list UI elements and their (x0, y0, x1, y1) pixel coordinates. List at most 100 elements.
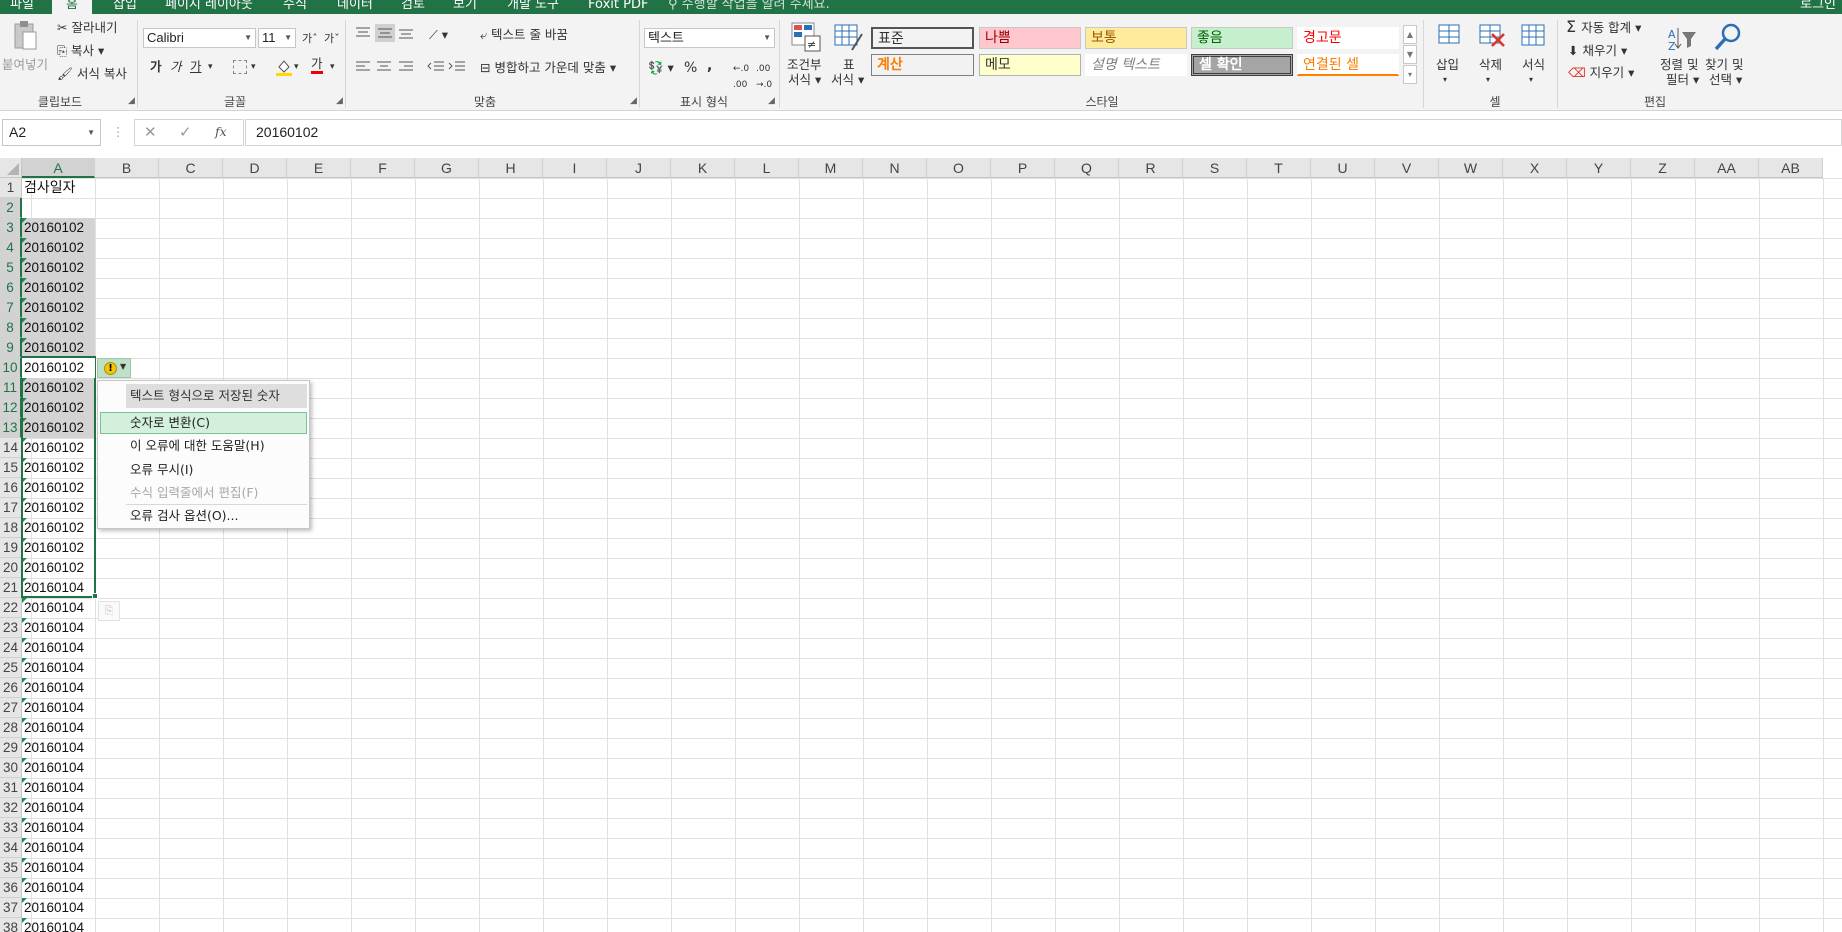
gallery-scroll-up-icon[interactable]: ▲ (1403, 25, 1417, 44)
row-header-17[interactable]: 17 (0, 498, 22, 518)
column-header-aa[interactable]: AA (1695, 158, 1759, 178)
cell-a5[interactable]: 20160102 (22, 258, 95, 278)
tab-developer[interactable]: 개발 도구 (507, 0, 559, 14)
cell-a20[interactable]: 20160102 (22, 558, 95, 578)
align-left-icon[interactable] (355, 60, 371, 74)
underline-button[interactable]: 가 (190, 59, 202, 75)
row-header-36[interactable]: 36 (0, 878, 22, 898)
name-box[interactable]: A2 ▼ (2, 119, 101, 146)
percent-style-button[interactable]: % (684, 60, 697, 76)
row-header-20[interactable]: 20 (0, 558, 22, 578)
cell-a1[interactable]: 검사일자 (22, 178, 95, 198)
ignore-error-item[interactable]: 오류 무시(I) (100, 459, 307, 481)
row-header-13[interactable]: 13 (0, 418, 22, 438)
column-header-t[interactable]: T (1247, 158, 1311, 178)
cell-a3[interactable]: 20160102 (22, 218, 95, 238)
row-header-29[interactable]: 29 (0, 738, 22, 758)
clipboard-launcher-icon[interactable]: ◢ (128, 96, 135, 106)
cancel-icon[interactable]: ✕ (144, 124, 157, 140)
style-linked-cell[interactable]: 연결된 셀 (1297, 54, 1399, 76)
column-header-q[interactable]: Q (1055, 158, 1119, 178)
align-middle-icon[interactable] (375, 24, 395, 42)
style-note[interactable]: 메모 (979, 54, 1081, 76)
style-check-cell[interactable]: 셀 확인 (1191, 54, 1293, 76)
column-header-k[interactable]: K (671, 158, 735, 178)
row-header-31[interactable]: 31 (0, 778, 22, 798)
cell-a31[interactable]: 20160104 (22, 778, 95, 798)
row-header-11[interactable]: 11 (0, 378, 22, 398)
column-header-d[interactable]: D (223, 158, 287, 178)
tab-foxit-pdf[interactable]: Foxit PDF (588, 0, 648, 14)
orientation-icon[interactable]: ⟋ ▾ (429, 27, 448, 43)
column-header-l[interactable]: L (735, 158, 799, 178)
align-center-icon[interactable] (376, 60, 392, 74)
delete-cells-button[interactable]: 삭제 (1479, 57, 1502, 73)
style-good[interactable]: 좋음 (1191, 27, 1293, 49)
paste-button[interactable]: 붙여넣기 (2, 57, 48, 73)
cell-a14[interactable]: 20160102 (22, 438, 95, 458)
style-bad[interactable]: 나쁨 (979, 27, 1081, 49)
column-header-a[interactable]: A (22, 158, 95, 178)
error-checking-options-item[interactable]: 오류 검사 옵션(O)... (100, 505, 307, 527)
cell-a23[interactable]: 20160104 (22, 618, 95, 638)
conditional-formatting-label[interactable]: 서식 ▾ (788, 72, 821, 88)
comma-style-button[interactable]: , (707, 58, 712, 74)
column-header-b[interactable]: B (95, 158, 159, 178)
column-header-m[interactable]: M (799, 158, 863, 178)
row-header-8[interactable]: 8 (0, 318, 22, 338)
tab-view[interactable]: 보기 (453, 0, 477, 14)
tab-page-layout[interactable]: 페이지 레이아웃 (165, 0, 253, 14)
row-header-16[interactable]: 16 (0, 478, 22, 498)
cell-a6[interactable]: 20160102 (22, 278, 95, 298)
insert-function-icon[interactable]: fx (215, 124, 227, 140)
sort-filter-label[interactable]: 필터 ▾ (1666, 72, 1699, 88)
row-header-10[interactable]: 10 (0, 358, 22, 378)
row-header-35[interactable]: 35 (0, 858, 22, 878)
cell-a13[interactable]: 20160102 (22, 418, 95, 438)
find-select-button[interactable]: 찾기 및 (1705, 57, 1743, 73)
column-header-o[interactable]: O (927, 158, 991, 178)
paste-icon[interactable] (12, 20, 38, 52)
gallery-more-icon[interactable]: ▾ (1403, 65, 1417, 84)
row-header-4[interactable]: 4 (0, 238, 22, 258)
number-launcher-icon[interactable]: ◢ (768, 96, 775, 106)
bold-button[interactable]: 가 (150, 59, 162, 75)
cell-a33[interactable]: 20160104 (22, 818, 95, 838)
column-header-ab[interactable]: AB (1759, 158, 1823, 178)
style-warning[interactable]: 경고문 (1297, 27, 1399, 49)
fill-button[interactable]: ⬇ 채우기 ▾ (1568, 43, 1627, 59)
align-bottom-icon[interactable] (398, 26, 414, 40)
row-header-19[interactable]: 19 (0, 538, 22, 558)
style-calculation[interactable]: 계산 (871, 54, 974, 76)
italic-button[interactable]: 가 (170, 59, 182, 75)
chevron-down-icon[interactable]: ▾ (294, 59, 299, 75)
cell-a36[interactable]: 20160104 (22, 878, 95, 898)
column-header-n[interactable]: N (863, 158, 927, 178)
insert-cells-button[interactable]: 삽입 (1436, 57, 1459, 73)
row-header-23[interactable]: 23 (0, 618, 22, 638)
chevron-down-icon[interactable]: ▾ (1486, 72, 1490, 88)
cell-a15[interactable]: 20160102 (22, 458, 95, 478)
chevron-down-icon[interactable]: ▼ (763, 29, 771, 47)
format-as-table-label[interactable]: 서식 ▾ (831, 72, 864, 88)
sort-filter-button[interactable]: 정렬 및 (1660, 57, 1698, 73)
formula-input[interactable]: 20160102 (245, 119, 1842, 146)
column-header-j[interactable]: J (607, 158, 671, 178)
format-painter-button[interactable]: 🖌 서식 복사 (57, 66, 127, 82)
cell-a9[interactable]: 20160102 (22, 338, 95, 358)
cell-a32[interactable]: 20160104 (22, 798, 95, 818)
row-header-27[interactable]: 27 (0, 698, 22, 718)
chevron-down-icon[interactable]: ▾ (251, 59, 256, 75)
convert-to-number-item[interactable]: 숫자로 변환(C) (100, 412, 307, 434)
tab-review[interactable]: 검토 (401, 0, 425, 14)
row-header-15[interactable]: 15 (0, 458, 22, 478)
row-header-38[interactable]: 38 (0, 918, 22, 932)
cell-a2[interactable]: 20160102 (22, 358, 95, 378)
clear-button[interactable]: ⌫ 지우기 ▾ (1568, 65, 1634, 81)
chevron-down-icon[interactable]: ▾ (208, 59, 213, 75)
cell-a24[interactable]: 20160104 (22, 638, 95, 658)
fill-color-icon[interactable] (276, 58, 292, 76)
login-link[interactable]: 로그인 (1800, 0, 1836, 14)
cut-button[interactable]: ✂ 잘라내기 (57, 20, 117, 36)
chevron-down-icon[interactable]: ▾ (1529, 72, 1533, 88)
